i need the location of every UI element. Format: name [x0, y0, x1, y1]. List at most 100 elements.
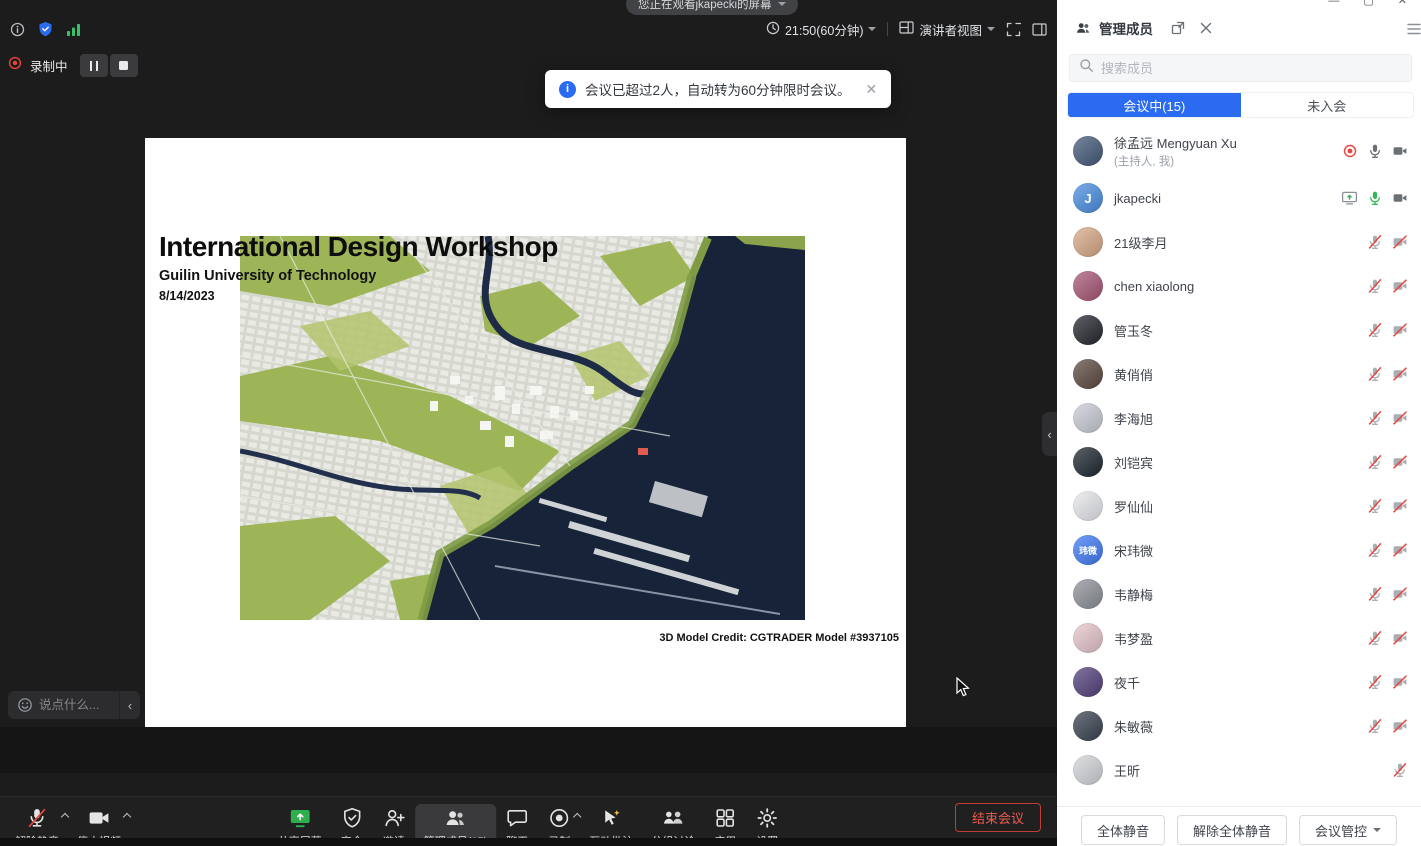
camera-off-icon[interactable]	[1392, 366, 1408, 382]
close-window-icon[interactable]: ✕	[1398, 0, 1407, 7]
toolbar-chat[interactable]: 聊天	[496, 804, 538, 838]
mic-muted-icon[interactable]	[1367, 234, 1383, 250]
toolbar-apps[interactable]: 应用	[704, 804, 746, 838]
watching-banner[interactable]: 您正在观看jkapecki的屏幕	[626, 0, 798, 15]
mic-muted-icon[interactable]	[1367, 278, 1383, 294]
stop-recording-button[interactable]	[110, 54, 138, 77]
mic-muted-icon[interactable]	[1367, 498, 1383, 514]
member-name-block: 徐孟远 Mengyuan Xu(主持人, 我)	[1114, 133, 1237, 169]
member-row[interactable]: Jjkapecki	[1057, 176, 1421, 220]
chevron-up-icon[interactable]	[123, 813, 131, 821]
mic-muted-icon[interactable]	[1392, 762, 1408, 778]
shield-icon	[340, 806, 364, 830]
mic-muted-icon[interactable]	[1367, 718, 1383, 734]
toolbar-breakout[interactable]: 分组讨论	[642, 804, 704, 838]
member-row[interactable]: 玮微宋玮微	[1057, 528, 1421, 572]
member-status-icons	[1367, 278, 1408, 294]
member-row[interactable]: 王昕	[1057, 748, 1421, 792]
toolbar-invite[interactable]: 邀请	[373, 804, 415, 838]
maximize-icon[interactable]: ▢	[1363, 0, 1373, 7]
meeting-timer[interactable]: 21:50(60分钟)	[766, 20, 877, 39]
camera-off-icon[interactable]	[1392, 234, 1408, 250]
member-row[interactable]: 韦梦盈	[1057, 616, 1421, 660]
member-row[interactable]: 夜千	[1057, 660, 1421, 704]
popout-panel-icon[interactable]	[1171, 21, 1185, 35]
view-mode-selector[interactable]: 演讲者视图	[899, 20, 995, 39]
collapse-panel-handle[interactable]: ‹	[1042, 412, 1057, 456]
toolbar-share-screen[interactable]: 共享屏幕	[269, 804, 331, 838]
mic-on-icon[interactable]	[1367, 190, 1383, 206]
close-notification-icon[interactable]: ✕	[866, 81, 878, 98]
member-row[interactable]: 李海旭	[1057, 396, 1421, 440]
mic-muted-icon[interactable]	[1367, 542, 1383, 558]
unmute-all-button[interactable]: 解除全体静音	[1177, 815, 1287, 845]
toolbar-unmute[interactable]: 解除静音	[6, 804, 68, 838]
member-row[interactable]: 黄俏俏	[1057, 352, 1421, 396]
tab-in-meeting[interactable]: 会议中(15)	[1068, 93, 1241, 117]
member-row[interactable]: 管玉冬	[1057, 308, 1421, 352]
member-row[interactable]: 朱敏薇	[1057, 704, 1421, 748]
toolbar-item-label: 聊天	[506, 833, 528, 838]
meeting-control-button[interactable]: 会议管控	[1299, 815, 1397, 845]
mic-muted-icon[interactable]	[1367, 630, 1383, 646]
panel-menu-icon[interactable]	[1407, 22, 1421, 40]
meeting-info-icon[interactable]	[10, 22, 25, 37]
network-signal-icon[interactable]	[66, 23, 82, 36]
camera-off-icon[interactable]	[1392, 630, 1408, 646]
quick-chat-input[interactable]	[39, 698, 119, 712]
chevron-down-icon	[868, 27, 876, 31]
camera-off-icon[interactable]	[1392, 542, 1408, 558]
close-panel-icon[interactable]	[1200, 22, 1212, 34]
avatar	[1073, 491, 1103, 521]
member-search[interactable]	[1069, 54, 1412, 82]
member-name-block: 宋玮微	[1114, 541, 1153, 560]
camera-on-icon[interactable]	[1392, 190, 1408, 206]
member-row[interactable]: 韦静梅	[1057, 572, 1421, 616]
camera-off-icon[interactable]	[1392, 718, 1408, 734]
camera-on-icon[interactable]	[1392, 143, 1408, 159]
camera-off-icon[interactable]	[1392, 410, 1408, 426]
collapse-chat-icon[interactable]: ‹	[119, 691, 140, 719]
member-row[interactable]: chen xiaolong	[1057, 264, 1421, 308]
toolbar-stop-video[interactable]: 停止视频	[68, 804, 130, 838]
mic-muted-icon[interactable]	[1367, 454, 1383, 470]
mic-muted-icon[interactable]	[1367, 674, 1383, 690]
mic-muted-icon[interactable]	[1367, 410, 1383, 426]
end-meeting-button[interactable]: 结束会议	[955, 803, 1041, 832]
stop-icon	[119, 61, 128, 70]
member-row[interactable]: 徐孟远 Mengyuan Xu(主持人, 我)	[1057, 126, 1421, 176]
camera-off-icon[interactable]	[1392, 278, 1408, 294]
mic-off-icon	[25, 806, 49, 830]
mic-muted-icon[interactable]	[1367, 322, 1383, 338]
camera-off-icon[interactable]	[1392, 322, 1408, 338]
toolbar-annotate[interactable]: 互动批注	[580, 804, 642, 838]
member-row[interactable]: 刘铠宾	[1057, 440, 1421, 484]
tab-not-joined[interactable]: 未入会	[1241, 93, 1414, 117]
camera-off-icon[interactable]	[1392, 586, 1408, 602]
pause-recording-button[interactable]	[80, 54, 108, 77]
toolbar-members[interactable]: 管理成员(15)	[415, 804, 497, 838]
member-search-input[interactable]	[1101, 61, 1402, 76]
member-list: 徐孟远 Mengyuan Xu(主持人, 我) Jjkapecki21级李月 che…	[1057, 126, 1421, 806]
mute-all-button[interactable]: 全体静音	[1081, 815, 1165, 845]
member-row[interactable]: 罗仙仙	[1057, 484, 1421, 528]
sidebar-toggle-icon[interactable]	[1032, 23, 1047, 36]
main-stage: 您正在观看jkapecki的屏幕 21:50(60分钟) 演讲者视图	[0, 0, 1057, 838]
toolbar-settings[interactable]: 设置	[746, 804, 788, 838]
emoji-icon[interactable]	[8, 697, 39, 713]
member-name: 夜千	[1114, 673, 1140, 692]
toolbar-security[interactable]: 安全	[331, 804, 373, 838]
mic-idle-icon[interactable]	[1367, 143, 1383, 159]
quick-chat-bar[interactable]: ‹	[8, 691, 140, 719]
minimize-icon[interactable]: —	[1328, 0, 1339, 7]
fullscreen-icon[interactable]	[1006, 22, 1021, 37]
camera-off-icon[interactable]	[1392, 674, 1408, 690]
security-shield-icon[interactable]	[38, 21, 53, 37]
camera-off-icon[interactable]	[1392, 454, 1408, 470]
member-row[interactable]: 21级李月	[1057, 220, 1421, 264]
mic-muted-icon[interactable]	[1367, 366, 1383, 382]
camera-off-icon[interactable]	[1392, 498, 1408, 514]
member-name: chen xiaolong	[1114, 279, 1194, 294]
toolbar-record[interactable]: 录制	[538, 804, 580, 838]
mic-muted-icon[interactable]	[1367, 586, 1383, 602]
